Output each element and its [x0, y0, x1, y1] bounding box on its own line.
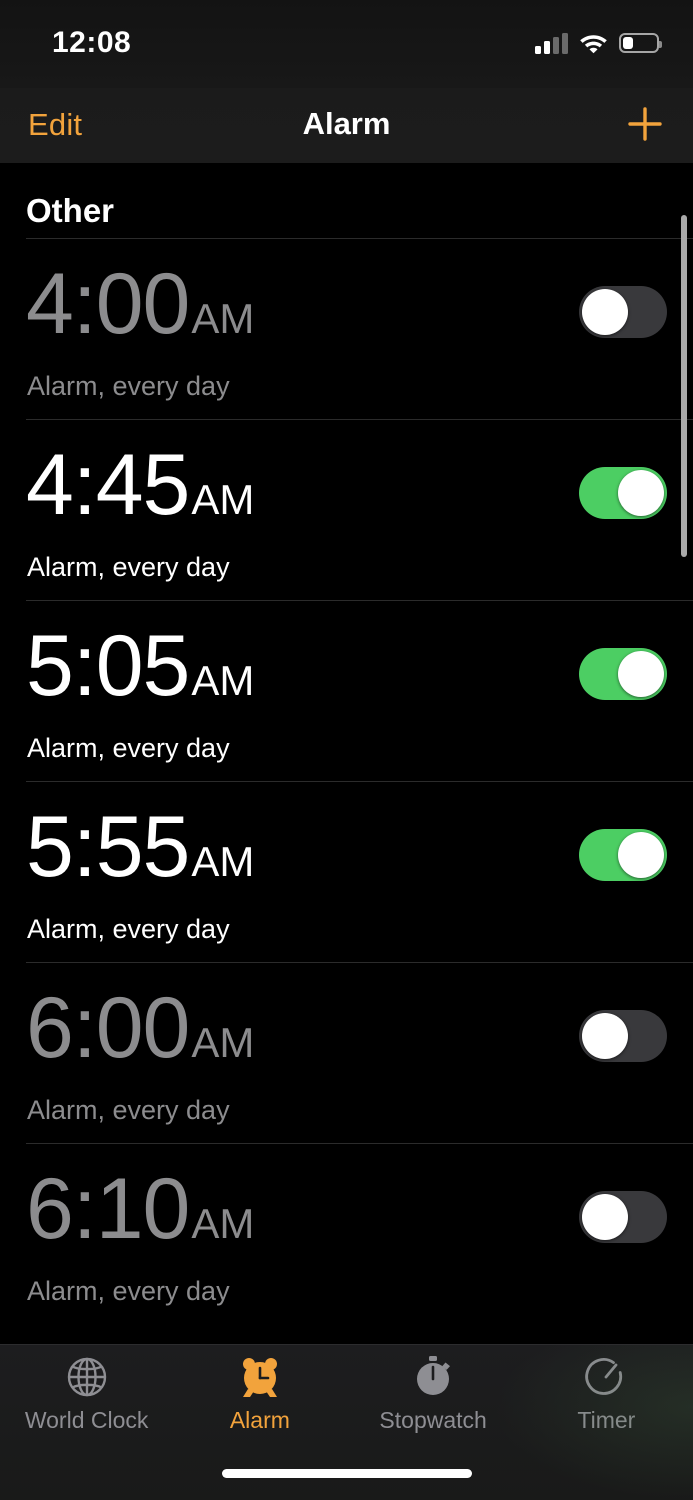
alarm-clock-icon [242, 1358, 277, 1397]
alarm-row[interactable]: 4:45 AM Alarm, every day [0, 419, 693, 600]
alarm-row[interactable]: 5:55 AM Alarm, every day [0, 781, 693, 962]
tab-stopwatch[interactable]: Stopwatch [347, 1351, 520, 1434]
alarm-time: 6:00 AM [26, 985, 254, 1071]
alarm-row[interactable]: 5:05 AM Alarm, every day [0, 600, 693, 781]
status-bar-indicators [535, 28, 662, 58]
alarm-toggle[interactable] [579, 829, 667, 881]
alarm-subtitle: Alarm, every day [27, 371, 230, 401]
toggle-knob [618, 470, 664, 516]
alarm-time-value: 6:00 [26, 980, 190, 1076]
alarm-time-value: 6:10 [26, 1161, 190, 1257]
alarm-meridiem: AM [191, 657, 255, 704]
tab-label-stopwatch: Stopwatch [379, 1407, 487, 1433]
alarm-meridiem: AM [191, 1200, 255, 1247]
stopwatch-icon [417, 1356, 451, 1395]
add-alarm-button[interactable] [623, 102, 667, 146]
cellular-signal-icon [535, 32, 568, 54]
row-divider [26, 962, 693, 963]
battery-icon [619, 33, 662, 53]
alarm-toggle[interactable] [579, 1191, 667, 1243]
alarm-list[interactable]: Other 4:00 AM Alarm, every day 4:45 AM Alarm,… [0, 163, 693, 1344]
alarm-time-value: 5:55 [26, 799, 190, 895]
tab-timer[interactable]: Timer [520, 1351, 693, 1434]
alarm-subtitle: Alarm, every day [27, 1276, 230, 1306]
toggle-knob [618, 651, 664, 697]
alarm-meridiem: AM [191, 1019, 255, 1066]
alarm-time-value: 4:00 [26, 256, 190, 352]
phone-screen: 12:08 Edit Alarm Other 4:00 AM Alarm, ev… [0, 0, 693, 1500]
tab-label-world-clock: World Clock [24, 1407, 149, 1433]
alarm-toggle[interactable] [579, 286, 667, 338]
tab-bar: World Clock Alarm Stopwatch Timer [0, 1344, 693, 1500]
status-bar: 12:08 [0, 0, 693, 88]
alarm-time-value: 5:05 [26, 618, 190, 714]
alarm-time: 6:10 AM [26, 1166, 254, 1252]
toggle-knob [618, 832, 664, 878]
alarm-time: 4:00 AM [26, 261, 254, 347]
alarm-time: 5:05 AM [26, 623, 254, 709]
alarm-toggle[interactable] [579, 1010, 667, 1062]
tab-label-timer: Timer [577, 1407, 636, 1433]
alarm-time: 5:55 AM [26, 804, 254, 890]
alarm-row[interactable]: 4:00 AM Alarm, every day [0, 238, 693, 419]
plus-icon [628, 107, 662, 141]
toggle-knob [582, 289, 628, 335]
navigation-bar: Edit Alarm [0, 88, 693, 163]
alarm-row[interactable]: 6:10 AM Alarm, every day [0, 1143, 693, 1324]
wifi-icon [580, 35, 607, 54]
alarm-subtitle: Alarm, every day [27, 552, 230, 582]
row-divider [26, 419, 693, 420]
home-indicator [221, 1469, 472, 1478]
alarm-toggle[interactable] [579, 648, 667, 700]
tab-label-alarm: Alarm [229, 1407, 290, 1433]
toggle-knob [582, 1013, 628, 1059]
vertical-scrollbar[interactable] [681, 215, 687, 557]
row-divider [26, 238, 693, 239]
alarm-meridiem: AM [191, 838, 255, 885]
alarm-toggle[interactable] [579, 467, 667, 519]
section-header-other: Other [0, 163, 693, 238]
alarm-subtitle: Alarm, every day [27, 733, 230, 763]
alarm-subtitle: Alarm, every day [27, 1095, 230, 1125]
row-divider [26, 600, 693, 601]
toggle-knob [582, 1194, 628, 1240]
alarm-subtitle: Alarm, every day [27, 914, 230, 944]
alarm-time-value: 4:45 [26, 437, 190, 533]
globe-icon [67, 1357, 106, 1397]
section-header-label: Other [26, 192, 115, 229]
row-divider [26, 1143, 693, 1144]
tab-alarm[interactable]: Alarm [173, 1351, 346, 1434]
alarm-meridiem: AM [191, 295, 255, 342]
page-title: Alarm [302, 106, 391, 141]
tab-world-clock[interactable]: World Clock [0, 1351, 173, 1434]
row-divider [26, 781, 693, 782]
alarm-time: 4:45 AM [26, 442, 254, 528]
alarm-meridiem: AM [191, 476, 255, 523]
alarm-row[interactable]: 6:00 AM Alarm, every day [0, 962, 693, 1143]
timer-icon [585, 1358, 623, 1395]
status-bar-clock: 12:08 [52, 26, 132, 59]
